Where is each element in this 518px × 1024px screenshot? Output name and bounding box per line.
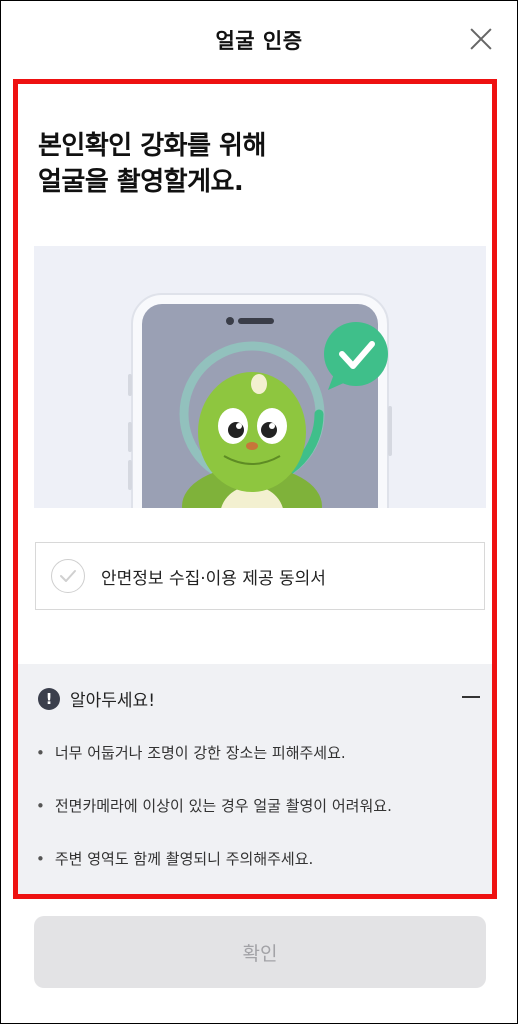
info-icon: ! [38, 687, 60, 710]
checkbox-circle[interactable] [51, 559, 85, 593]
headline: 본인확인 강화를 위해 얼굴을 촬영할게요. [38, 128, 266, 200]
headline-line-2: 얼굴을 촬영할게요. [38, 167, 244, 197]
header: 얼굴 인증 [1, 1, 517, 79]
face-scan-illustration [34, 246, 486, 508]
app-frame: 얼굴 인증 본인확인 강화를 위해 얼굴을 촬영할게요. 안면정보 수집·이용 … [0, 0, 518, 1024]
consent-label: 안면정보 수집·이용 제공 동의서 [101, 568, 326, 589]
minus-icon[interactable] [462, 696, 480, 698]
notice-list: 너무 어둡거나 조명이 강한 장소는 피해주세요. 전면카메라에 이상이 있는 … [36, 742, 392, 894]
phone-character-illustration [34, 246, 486, 508]
notice-header[interactable]: ! 알아두세요! [38, 686, 155, 711]
confirm-button[interactable]: 확인 [34, 916, 486, 988]
notice-section: ! 알아두세요! 너무 어둡거나 조명이 강한 장소는 피해주세요. 전면카메라… [18, 664, 492, 894]
headline-line-1: 본인확인 강화를 위해 [38, 131, 266, 161]
close-icon[interactable] [467, 25, 495, 53]
notice-title: 알아두세요! [70, 691, 156, 711]
checkmark-icon [60, 570, 76, 582]
notice-item: 전면카메라에 이상이 있는 경우 얼굴 촬영이 어려워요. [36, 795, 392, 822]
notice-item: 너무 어둡거나 조명이 강한 장소는 피해주세요. [36, 742, 392, 769]
page-title: 얼굴 인증 [215, 29, 303, 53]
notice-item: 주변 영역도 함께 촬영되니 주의해주세요. [36, 848, 392, 875]
highlighted-content-area: 본인확인 강화를 위해 얼굴을 촬영할게요. 안면정보 수집·이용 제공 동의서… [13, 79, 497, 899]
consent-agreement-row[interactable]: 안면정보 수집·이용 제공 동의서 [35, 542, 485, 610]
